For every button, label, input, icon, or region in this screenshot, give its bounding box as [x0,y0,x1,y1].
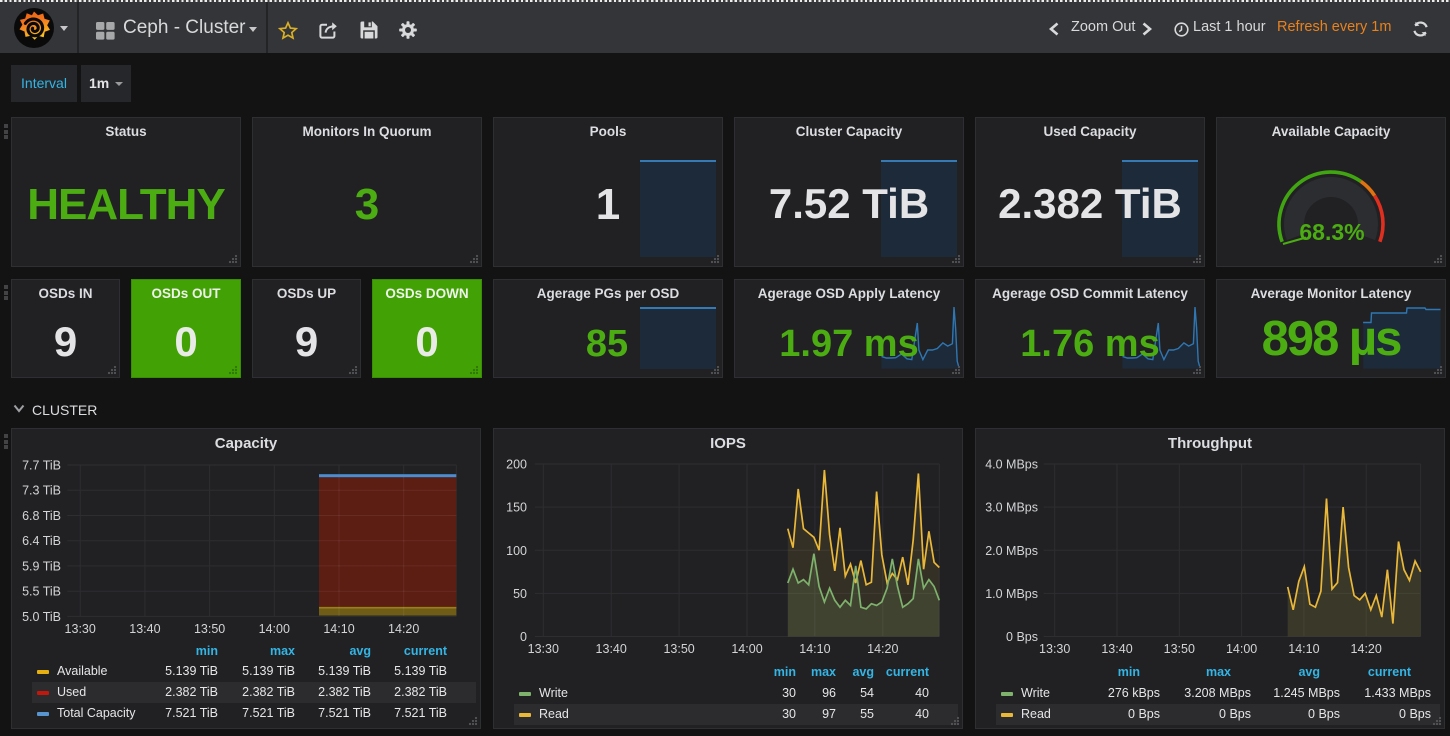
svg-text:14:20: 14:20 [1351,642,1382,656]
svg-text:4.0 MBps: 4.0 MBps [985,458,1038,472]
svg-text:13:30: 13:30 [1039,642,1070,656]
svg-text:7.7 TiB: 7.7 TiB [22,459,61,473]
svg-text:13:30: 13:30 [65,622,96,636]
svg-text:14:20: 14:20 [867,642,898,656]
svg-text:13:40: 13:40 [1101,642,1132,656]
svg-text:0 Bps: 0 Bps [1006,630,1038,644]
svg-text:13:30: 13:30 [528,642,559,656]
svg-text:50: 50 [513,587,527,601]
svg-text:6.4 TiB: 6.4 TiB [22,534,61,548]
svg-text:13:50: 13:50 [663,642,694,656]
svg-text:150: 150 [506,501,527,515]
svg-text:14:00: 14:00 [1226,642,1257,656]
svg-text:2.0 MBps: 2.0 MBps [985,544,1038,558]
svg-text:14:20: 14:20 [388,622,419,636]
svg-text:5.5 TiB: 5.5 TiB [22,585,61,599]
svg-text:3.0 MBps: 3.0 MBps [985,501,1038,515]
svg-text:6.8 TiB: 6.8 TiB [22,509,61,523]
svg-text:5.9 TiB: 5.9 TiB [22,559,61,573]
svg-text:0: 0 [520,630,527,644]
svg-text:68.3%: 68.3% [1299,219,1364,245]
svg-text:200: 200 [506,458,527,472]
svg-text:13:40: 13:40 [129,622,160,636]
svg-text:13:50: 13:50 [194,622,225,636]
svg-text:13:50: 13:50 [1164,642,1195,656]
svg-text:14:10: 14:10 [1288,642,1319,656]
svg-text:1.0 MBps: 1.0 MBps [985,587,1038,601]
svg-text:7.3 TiB: 7.3 TiB [22,484,61,498]
svg-text:14:10: 14:10 [799,642,830,656]
svg-text:100: 100 [506,544,527,558]
svg-text:14:10: 14:10 [323,622,354,636]
svg-text:14:00: 14:00 [259,622,290,636]
svg-text:13:40: 13:40 [596,642,627,656]
svg-text:14:00: 14:00 [731,642,762,656]
svg-text:5.0 TiB: 5.0 TiB [22,610,61,624]
